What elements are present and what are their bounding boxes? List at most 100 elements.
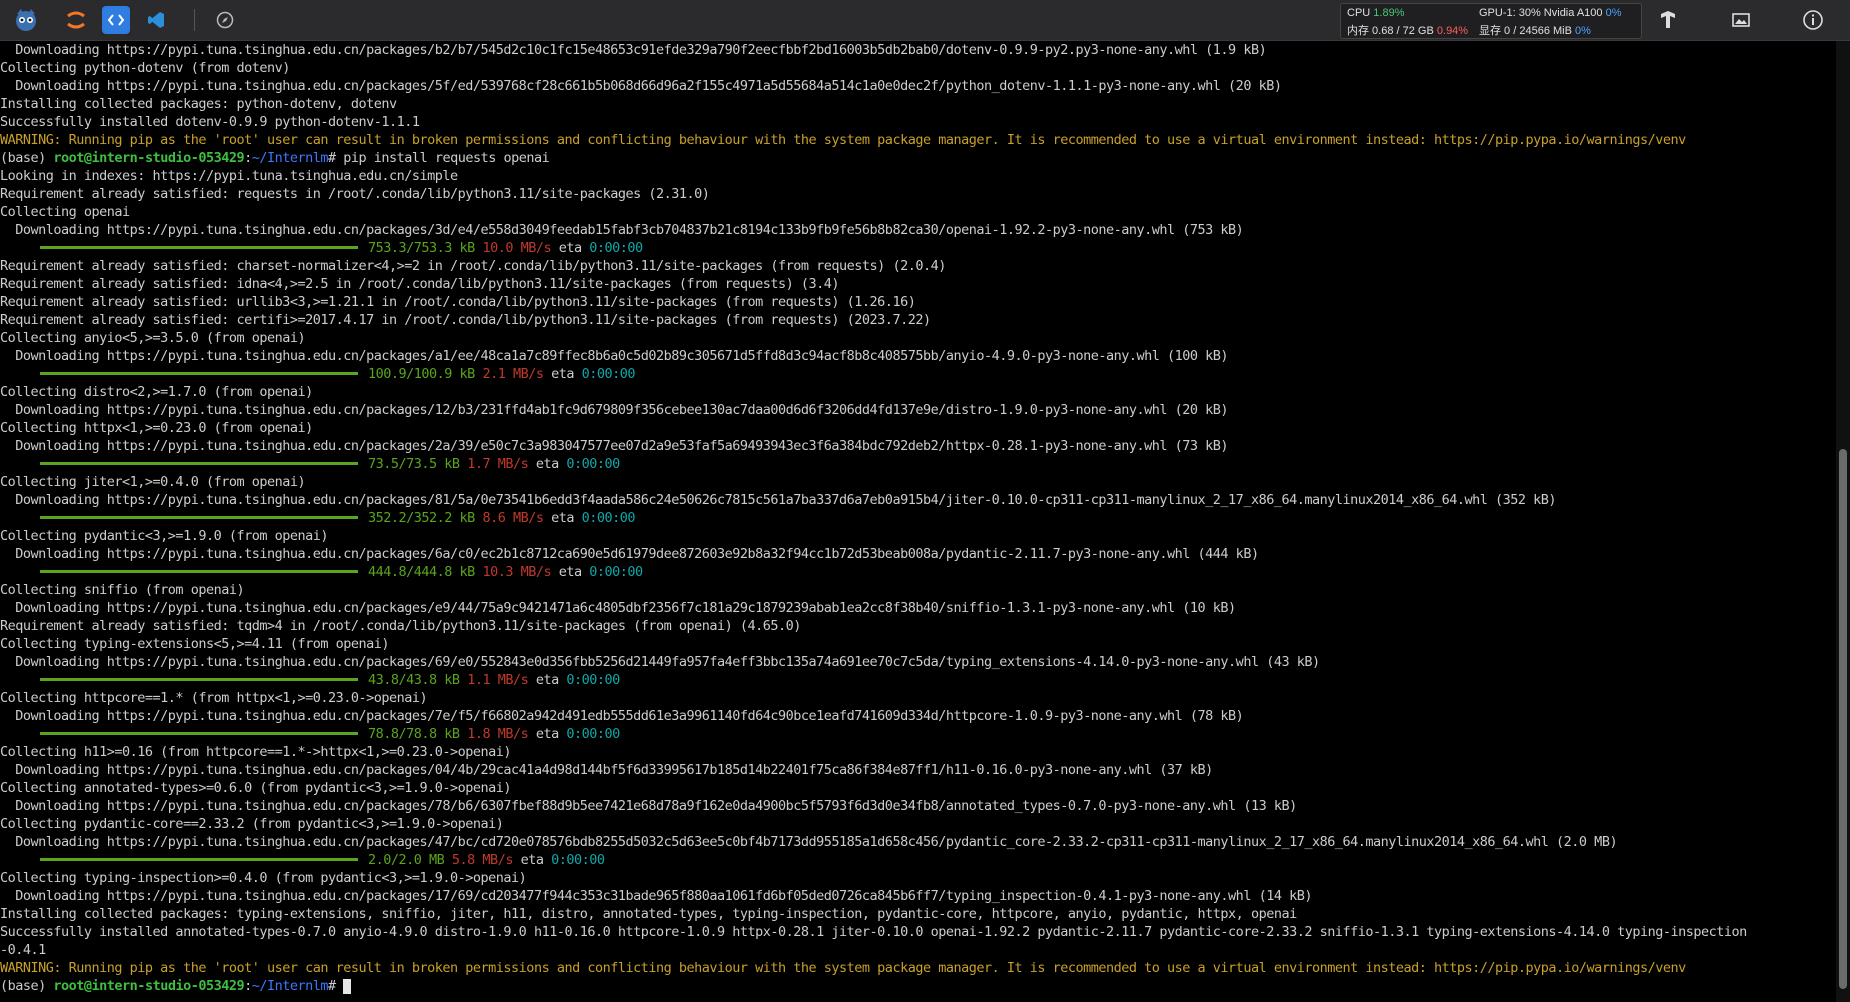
output-line: Downloading https://pypi.tuna.tsinghua.e…	[0, 438, 1229, 454]
progress-speed: 1.7 MB/s	[467, 456, 529, 472]
prompt-command: # pip install requests openai	[328, 150, 550, 166]
output-line: Collecting pydantic<3,>=1.9.0 (from open…	[0, 528, 329, 544]
progress-bar	[40, 858, 358, 861]
gpu-value: 0%	[1605, 7, 1622, 19]
progress-eta-label: eta	[535, 672, 559, 688]
progress-size: 78.8/78.8 kB	[368, 726, 460, 742]
prompt-env: (base)	[0, 978, 54, 994]
progress-time: 0:00:00	[566, 456, 620, 472]
shell-prompt: (base) root@intern-studio-053429:~/Inter…	[0, 149, 550, 167]
jupyter-icon[interactable]	[62, 6, 90, 34]
prompt-command: #	[328, 978, 344, 994]
prompt-user: root@intern-studio-053429	[53, 150, 245, 166]
prompt-separator: :	[244, 978, 252, 994]
progress-size: 352.2/352.2 kB	[368, 510, 475, 526]
output-line: Collecting python-dotenv (from dotenv)	[0, 60, 290, 76]
output-line: Collecting jiter<1,>=0.4.0 (from openai)	[0, 474, 306, 490]
progress-time: 0:00:00	[566, 726, 620, 742]
progress-stats: 444.8/444.8 kB 10.3 MB/s eta 0:00:00	[368, 563, 643, 581]
progress-stats: 352.2/352.2 kB 8.6 MB/s eta 0:00:00	[368, 509, 636, 527]
output-line: Collecting httpcore==1.* (from httpx<1,>…	[0, 690, 428, 706]
progress-eta-label: eta	[520, 852, 544, 868]
mascot-icon[interactable]	[12, 6, 40, 34]
output-line: Requirement already satisfied: requests …	[0, 186, 710, 202]
progress-row: 100.9/100.9 kB 2.1 MB/s eta 0:00:00	[0, 365, 900, 383]
output-line: Requirement already satisfied: urllib3<3…	[0, 294, 916, 310]
output-line: Successfully installed annotated-types-0…	[0, 924, 1747, 940]
output-line: Downloading https://pypi.tuna.tsinghua.e…	[0, 888, 1312, 904]
resource-monitor: CPU 1.89% 内存 0.68 / 72 GB 0.94% GPU-1: 3…	[1340, 3, 1642, 39]
progress-speed: 1.1 MB/s	[467, 672, 529, 688]
output-line: Collecting h11>=0.16 (from httpcore==1.*…	[0, 744, 512, 760]
progress-bar	[40, 570, 358, 573]
progress-time: 0:00:00	[551, 852, 605, 868]
code-icon[interactable]	[102, 6, 130, 34]
progress-time: 0:00:00	[581, 510, 636, 526]
output-line: Collecting sniffio (from openai)	[0, 582, 245, 598]
cpu-value: 1.89%	[1373, 7, 1405, 19]
cpu-label: CPU	[1347, 7, 1371, 19]
progress-eta-label: eta	[535, 726, 559, 742]
progress-row: 2.0/2.0 MB 5.8 MB/s eta 0:00:00	[0, 851, 900, 869]
progress-size: 43.8/43.8 kB	[368, 672, 460, 688]
output-line: Collecting httpx<1,>=0.23.0 (from openai…	[0, 420, 313, 436]
output-line: Downloading https://pypi.tuna.tsinghua.e…	[0, 708, 1244, 724]
progress-stats: 2.0/2.0 MB 5.8 MB/s eta 0:00:00	[368, 851, 605, 869]
warning-line: WARNING: Running pip as the 'root' user …	[0, 132, 1686, 148]
progress-row: 43.8/43.8 kB 1.1 MB/s eta 0:00:00	[0, 671, 900, 689]
progress-time: 0:00:00	[566, 672, 620, 688]
mem-value: 0.94%	[1436, 25, 1469, 37]
output-line: Collecting annotated-types>=0.6.0 (from …	[0, 780, 512, 796]
progress-eta-label: eta	[558, 564, 582, 580]
warning-line: WARNING: Running pip as the 'root' user …	[0, 960, 1686, 976]
progress-speed: 10.3 MB/s	[482, 564, 552, 580]
compass-icon[interactable]	[211, 6, 239, 34]
progress-eta-label: eta	[535, 456, 559, 472]
progress-size: 444.8/444.8 kB	[368, 564, 475, 580]
output-line: Collecting distro<2,>=1.7.0 (from openai…	[0, 384, 313, 400]
info-icon[interactable]	[1799, 6, 1827, 34]
progress-time: 0:00:00	[581, 366, 636, 382]
output-line: Collecting pydantic-core==2.33.2 (from p…	[0, 816, 504, 832]
progress-eta-label: eta	[551, 510, 574, 526]
shell-prompt: (base) root@intern-studio-053429:~/Inter…	[0, 977, 352, 995]
progress-row: 444.8/444.8 kB 10.3 MB/s eta 0:00:00	[0, 563, 900, 581]
output-line: Downloading https://pypi.tuna.tsinghua.e…	[0, 798, 1297, 814]
vscode-icon[interactable]	[142, 6, 170, 34]
progress-stats: 73.5/73.5 kB 1.7 MB/s eta 0:00:00	[368, 455, 620, 473]
terminal-scrollbar[interactable]	[1836, 41, 1850, 1002]
output-line: Downloading https://pypi.tuna.tsinghua.e…	[0, 492, 1557, 508]
progress-stats: 100.9/100.9 kB 2.1 MB/s eta 0:00:00	[368, 365, 636, 383]
output-line: Collecting typing-inspection>=0.4.0 (fro…	[0, 870, 527, 886]
output-line: Requirement already satisfied: idna<4,>=…	[0, 276, 840, 292]
progress-row: 753.3/753.3 kB 10.0 MB/s eta 0:00:00	[0, 239, 900, 257]
progress-size: 2.0/2.0 MB	[368, 852, 445, 868]
progress-speed: 2.1 MB/s	[482, 366, 544, 382]
output-line: Successfully installed dotenv-0.9.9 pyth…	[0, 114, 420, 130]
progress-eta-label: eta	[558, 240, 582, 256]
output-line: Downloading https://pypi.tuna.tsinghua.e…	[0, 402, 1229, 418]
output-line: Downloading https://pypi.tuna.tsinghua.e…	[0, 600, 1236, 616]
progress-size: 753.3/753.3 kB	[368, 240, 475, 256]
image-gallery-icon[interactable]	[1727, 6, 1755, 34]
output-line: Requirement already satisfied: tqdm>4 in…	[0, 618, 801, 634]
terminal-output[interactable]: Downloading https://pypi.tuna.tsinghua.e…	[0, 41, 1836, 1002]
output-line: Downloading https://pypi.tuna.tsinghua.e…	[0, 546, 1259, 562]
output-line: Downloading https://pypi.tuna.tsinghua.e…	[0, 222, 1244, 238]
output-line: Downloading https://pypi.tuna.tsinghua.e…	[0, 654, 1320, 670]
scrollbar-thumb[interactable]	[1839, 449, 1847, 989]
progress-time: 0:00:00	[589, 240, 643, 256]
output-line: Installing collected packages: python-do…	[0, 96, 397, 112]
output-line: Downloading https://pypi.tuna.tsinghua.e…	[0, 348, 1229, 364]
output-line: Requirement already satisfied: charset-n…	[0, 258, 946, 274]
output-line: Collecting typing-extensions<5,>=4.11 (f…	[0, 636, 390, 652]
output-line: Collecting openai	[0, 204, 130, 220]
prompt-user: root@intern-studio-053429	[53, 978, 245, 994]
tensorflow-icon[interactable]	[1654, 6, 1682, 34]
progress-size: 100.9/100.9 kB	[368, 366, 475, 382]
output-line: Requirement already satisfied: certifi>=…	[0, 312, 931, 328]
progress-row: 352.2/352.2 kB 8.6 MB/s eta 0:00:00	[0, 509, 900, 527]
progress-bar	[40, 462, 358, 465]
terminal-cursor[interactable]	[343, 978, 352, 994]
output-line: -0.4.1	[0, 942, 46, 958]
